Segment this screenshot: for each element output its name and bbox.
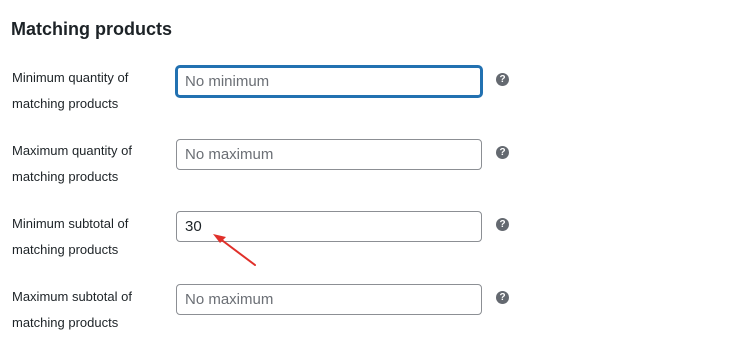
help-question-icon[interactable]: ? (496, 291, 509, 304)
min-quantity-label: Minimum quantity of matching products (12, 70, 129, 111)
min-quantity-input[interactable] (176, 66, 482, 97)
min-subtotal-input[interactable] (176, 211, 482, 242)
min-subtotal-label: Minimum subtotal of matching products (12, 216, 129, 257)
help-question-icon[interactable]: ? (496, 73, 509, 86)
max-quantity-input[interactable] (176, 139, 482, 170)
help-question-icon[interactable]: ? (496, 218, 509, 231)
section-title: Matching products (11, 19, 172, 39)
matching-products-settings: Matching products Minimum quantity of ma… (0, 0, 740, 344)
max-subtotal-label: Maximum subtotal of matching products (12, 289, 132, 330)
field-row-max-quantity: Maximum quantity of matching products ? (0, 138, 740, 194)
field-row-max-subtotal: Maximum subtotal of matching products ? (0, 284, 740, 340)
max-quantity-label: Maximum quantity of matching products (12, 143, 132, 184)
field-row-min-quantity: Minimum quantity of matching products ? (0, 65, 740, 121)
field-row-min-subtotal: Minimum subtotal of matching products ? (0, 211, 740, 267)
max-subtotal-input[interactable] (176, 284, 482, 315)
help-question-icon[interactable]: ? (496, 146, 509, 159)
